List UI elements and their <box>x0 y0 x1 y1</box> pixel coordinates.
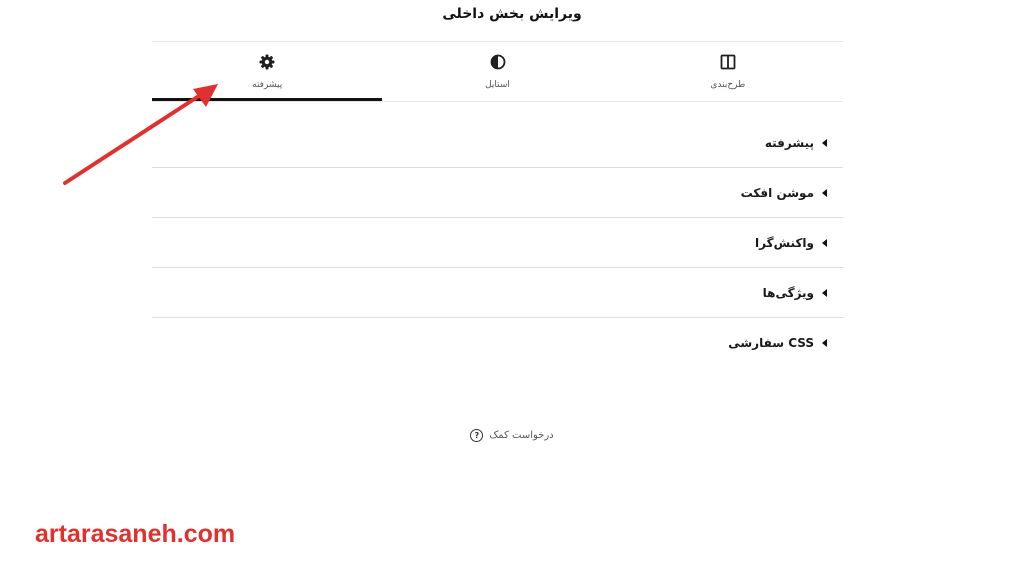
section-attributes[interactable]: ویژگی‌ها <box>152 268 843 318</box>
need-help-label: درخواست کمک <box>489 430 554 441</box>
gear-icon <box>259 54 275 74</box>
layout-columns-icon <box>720 54 736 74</box>
help-circle-icon: ? <box>470 429 484 442</box>
tab-advanced[interactable]: پیشرفته <box>152 42 383 101</box>
tab-layout-label: طرح‌بندی <box>710 80 746 90</box>
tab-advanced-label: پیشرفته <box>252 80 283 90</box>
caret-left-icon <box>822 188 827 197</box>
section-label: موشن افکت <box>740 185 814 200</box>
need-help-link[interactable]: ? درخواست کمک <box>0 429 1024 442</box>
tabs-divider <box>152 101 843 102</box>
section-label: واکنش‌گرا <box>755 235 814 250</box>
section-advanced[interactable]: پیشرفته <box>152 118 843 168</box>
tab-style-label: استایل <box>485 80 510 90</box>
tab-style[interactable]: استایل <box>382 42 612 101</box>
section-label: CSS سفارشی <box>728 336 814 350</box>
site-watermark: artarasaneh.com <box>35 520 236 548</box>
caret-left-icon <box>822 288 827 297</box>
panel-tabs: طرح‌بندی استایل پیشرفته <box>152 42 843 101</box>
section-responsive[interactable]: واکنش‌گرا <box>152 218 843 268</box>
caret-left-icon <box>822 238 827 247</box>
caret-left-icon <box>822 339 827 347</box>
section-list: پیشرفته موشن افکت واکنش‌گرا ویژگی‌ها CSS… <box>152 118 843 368</box>
tab-layout[interactable]: طرح‌بندی <box>613 42 843 101</box>
section-custom-css[interactable]: CSS سفارشی <box>152 318 843 368</box>
section-label: ویژگی‌ها <box>762 285 814 300</box>
panel-title: ویرایش بخش داخلی <box>442 6 582 22</box>
section-label: پیشرفته <box>764 135 814 150</box>
section-motion-effects[interactable]: موشن افکت <box>152 168 843 218</box>
caret-left-icon <box>822 138 827 147</box>
contrast-circle-icon <box>490 54 506 74</box>
